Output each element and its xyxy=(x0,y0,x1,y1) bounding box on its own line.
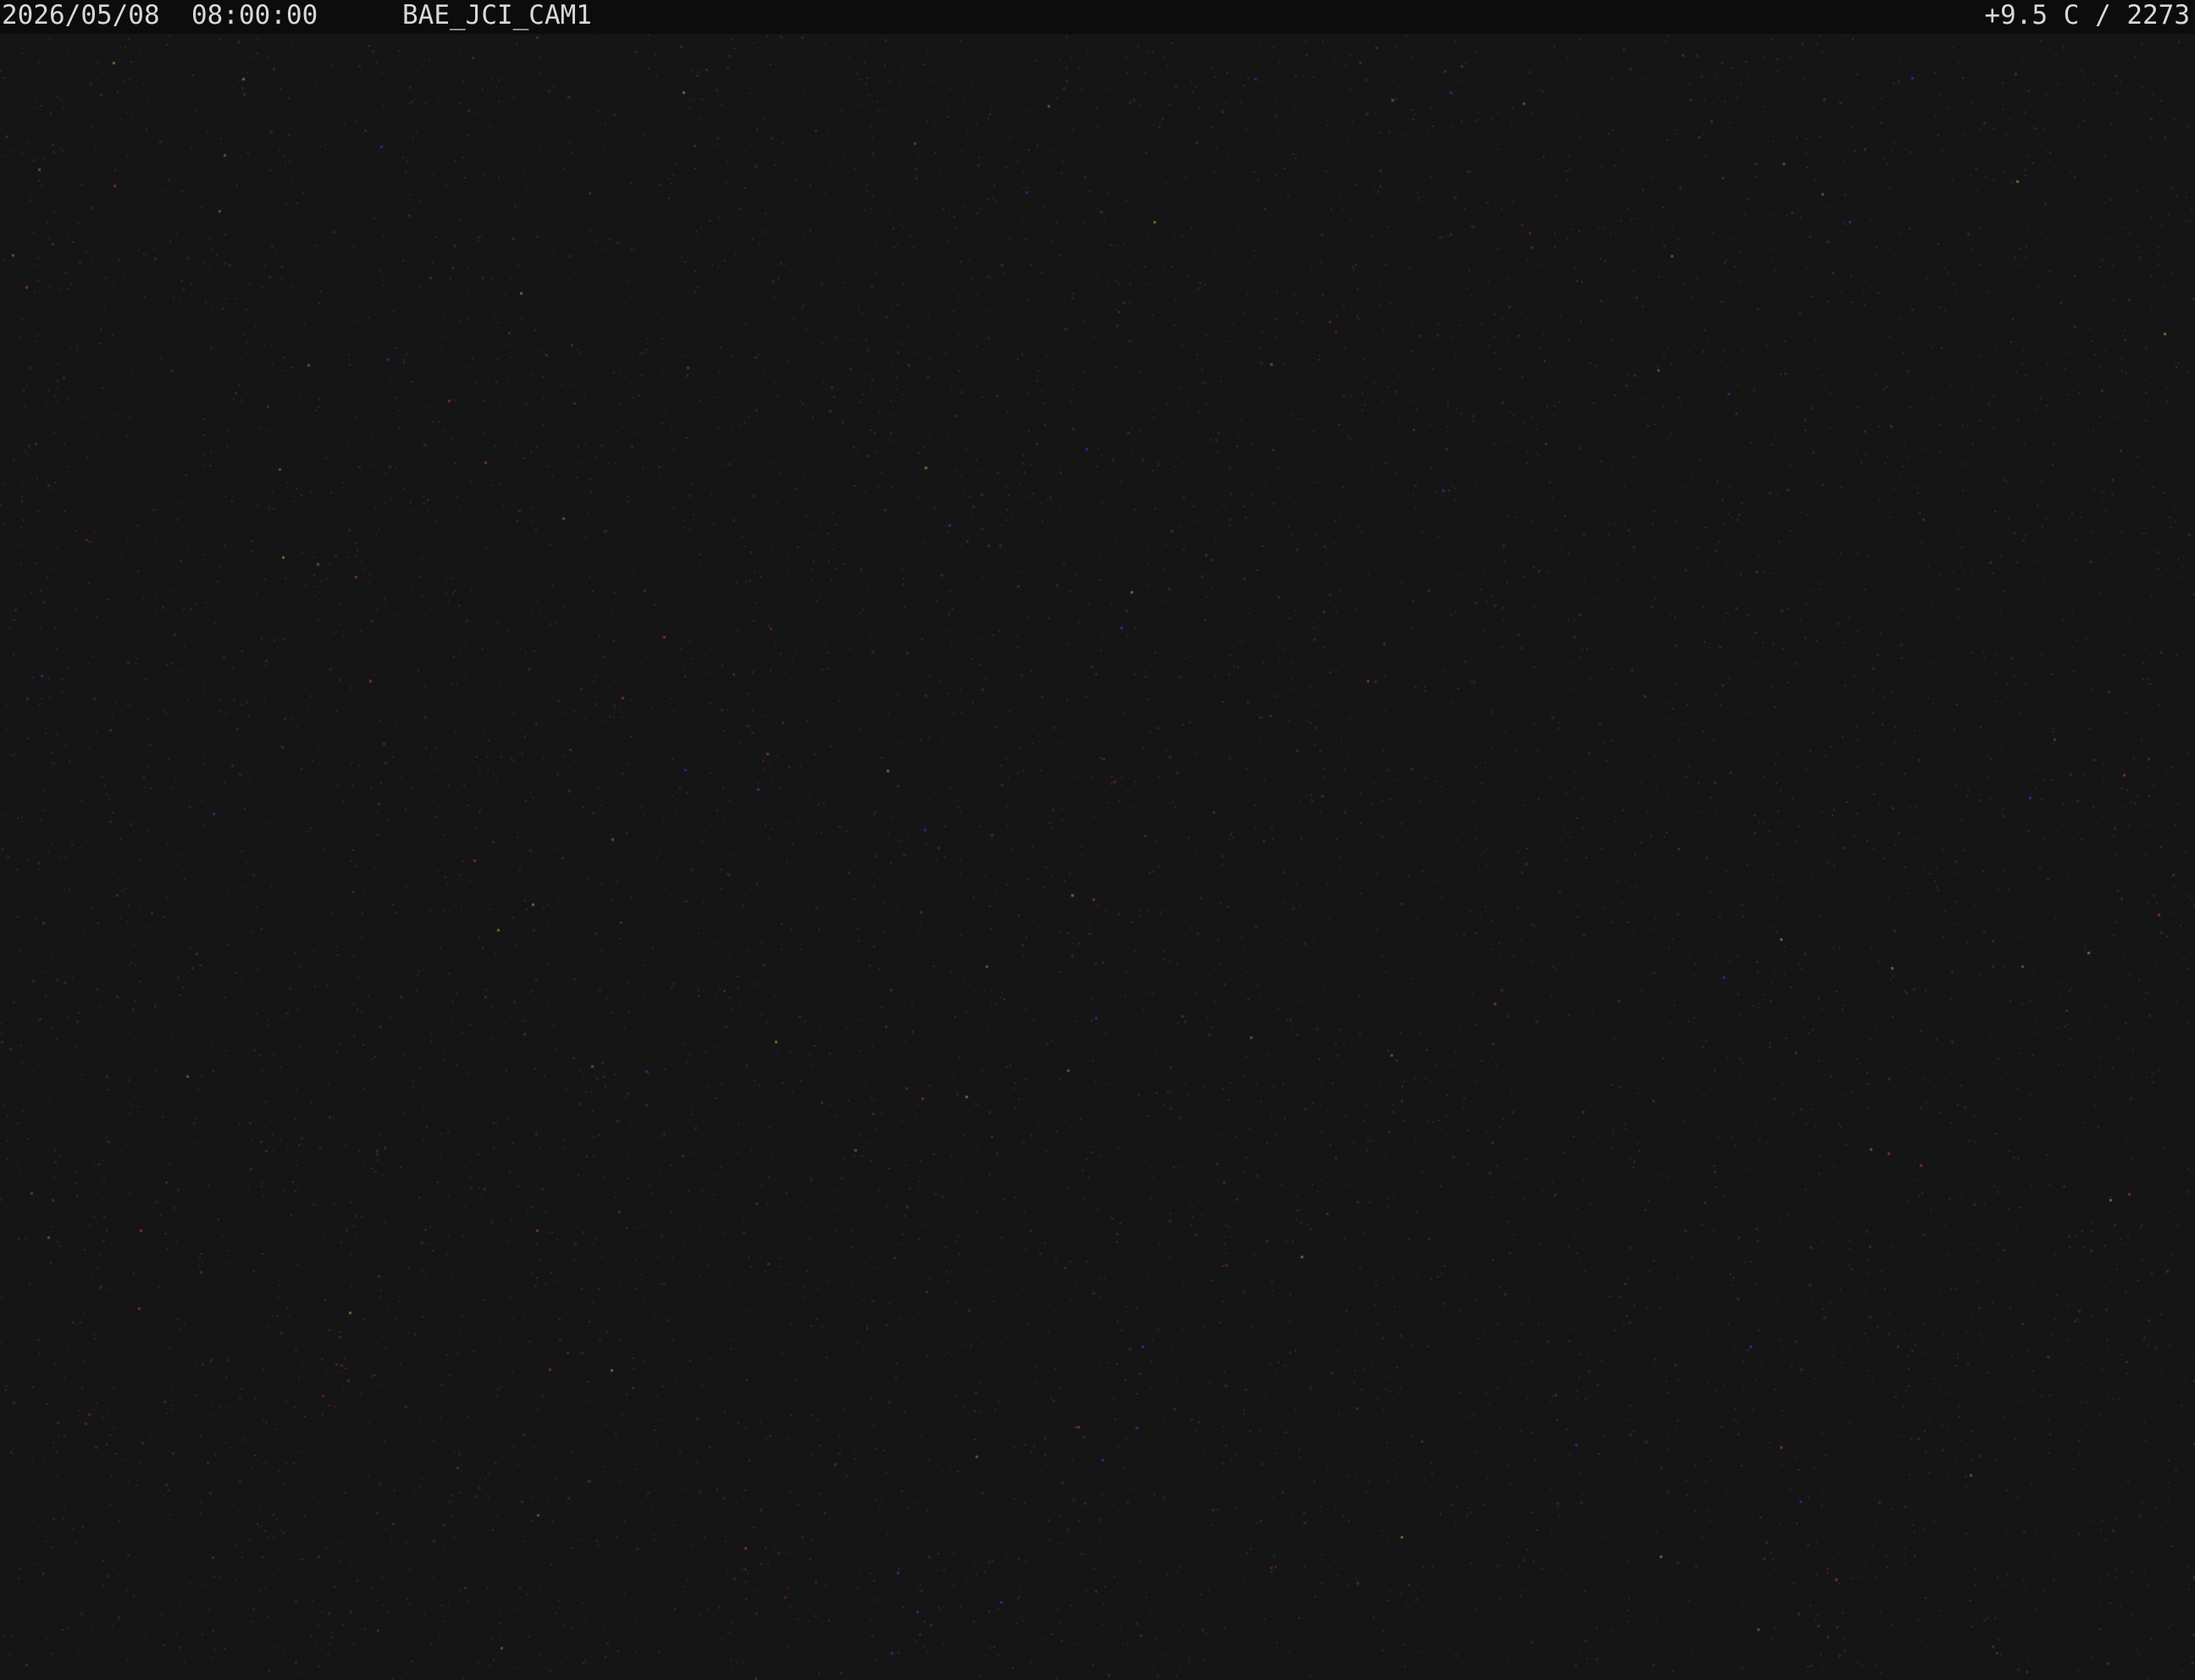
osd-date: 2026/05/08 xyxy=(2,0,160,30)
osd-time: 08:00:00 xyxy=(191,0,318,30)
osd-camera-id: BAE_JCI_CAM1 xyxy=(402,0,592,30)
osd-temperature-reading: +9.5 C / 2273 xyxy=(1984,0,2190,30)
osd-header-bar: 2026/05/08 08:00:00 BAE_JCI_CAM1 +9.5 C … xyxy=(0,0,2195,34)
night-sky-noise xyxy=(0,34,2195,1680)
camera-frame: 2026/05/08 08:00:00 BAE_JCI_CAM1 +9.5 C … xyxy=(0,0,2195,1680)
osd-datetime: 2026/05/08 08:00:00 xyxy=(2,0,318,30)
